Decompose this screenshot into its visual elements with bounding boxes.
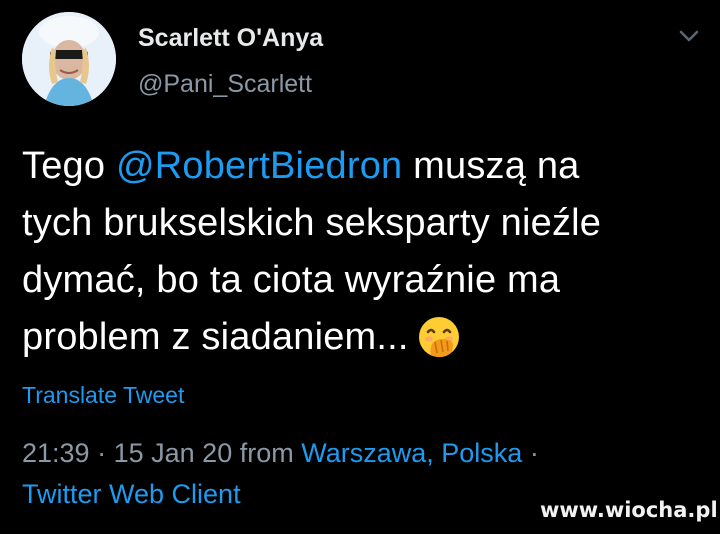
tweet-text-segment: Tego (22, 145, 116, 187)
author-name[interactable]: Scarlett O'Anya (138, 24, 323, 53)
tweet-text-segment: muszą na (402, 145, 580, 187)
tweet-text-segment: problem z siadaniem... (22, 316, 409, 358)
watermark: www.wiocha.pl (540, 498, 718, 522)
from-label: from (239, 438, 294, 468)
author-handle[interactable]: @Pani_Scarlett (138, 70, 312, 99)
tweet-text-line: Tego @RobertBiedron muszą na (22, 138, 712, 195)
location-link[interactable]: Warszawa, Polska (301, 438, 522, 468)
avatar[interactable] (22, 12, 116, 106)
chevron-down-icon[interactable] (676, 26, 702, 46)
tweet-text-line: problem z siadaniem... (22, 309, 712, 366)
tweet-date: 15 Jan 20 (113, 438, 233, 468)
translate-tweet-link[interactable]: Translate Tweet (22, 382, 184, 409)
face-with-hand-over-mouth-emoji (417, 315, 461, 359)
client-link[interactable]: Twitter Web Client (22, 479, 241, 510)
separator: · (97, 438, 107, 468)
avatar-photo (22, 12, 116, 106)
tweet-metadata: 21:39 · 15 Jan 20 from Warszawa, Polska … (22, 438, 539, 469)
separator: · (529, 438, 539, 468)
tweet-text-line: dymać, bo ta ciota wyraźnie ma (22, 259, 561, 301)
tweet-text-line: tych brukselskich seksparty nieźle (22, 202, 602, 244)
tweet-time: 21:39 (22, 438, 90, 468)
mention-link[interactable]: @RobertBiedron (116, 145, 402, 187)
tweet-text: Tego @RobertBiedron muszą na tych brukse… (22, 138, 712, 366)
